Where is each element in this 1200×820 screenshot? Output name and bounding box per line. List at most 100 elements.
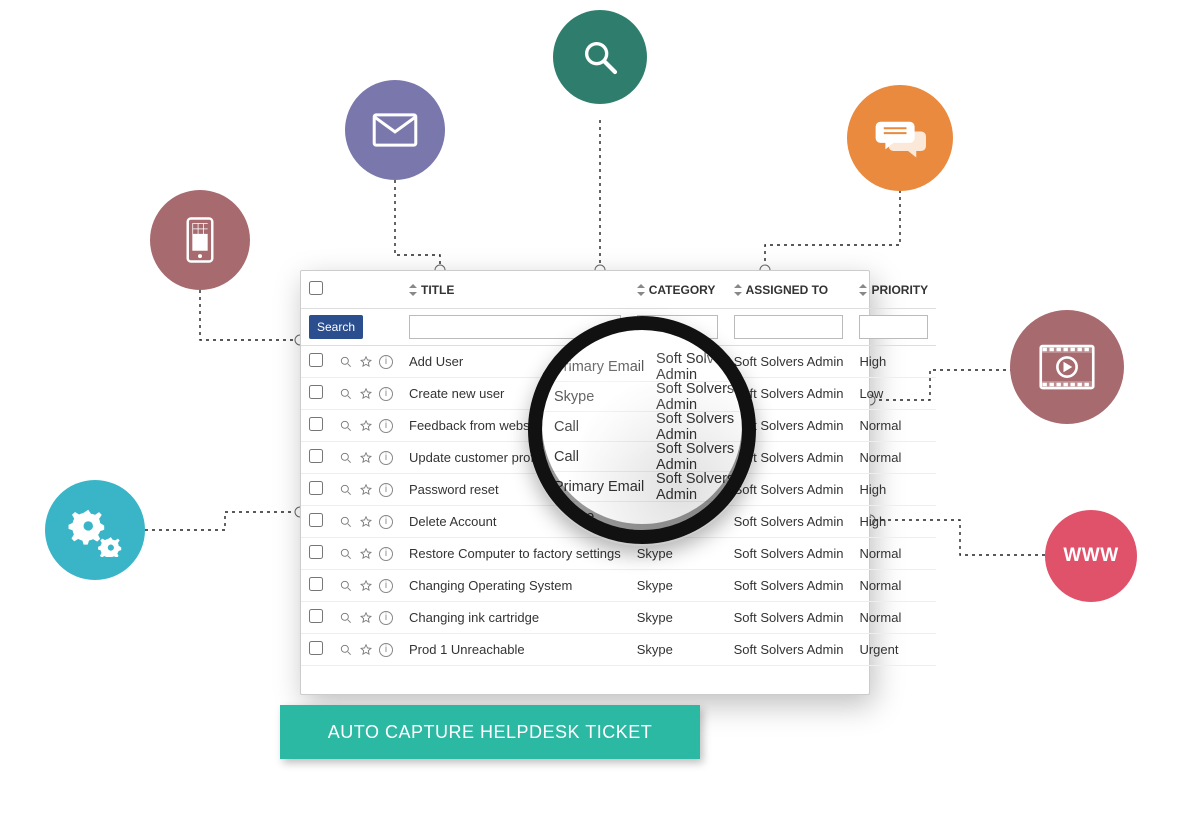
star-icon[interactable] (359, 419, 373, 433)
row-checkbox[interactable] (309, 545, 323, 559)
cell-title: Changing Operating System (401, 570, 629, 602)
magnify-icon[interactable] (339, 387, 353, 401)
info-icon[interactable]: i (379, 579, 393, 593)
row-checkbox[interactable] (309, 641, 323, 655)
gears-node (45, 480, 145, 580)
info-icon[interactable]: i (379, 451, 393, 465)
table-row: i Changing ink cartridge Skype Soft Solv… (301, 602, 936, 634)
search-node (553, 10, 647, 104)
cell-priority: Normal (851, 602, 936, 634)
cell-priority: High (851, 506, 936, 538)
cell-priority: Normal (851, 442, 936, 474)
cell-priority: High (851, 346, 936, 378)
cell-title: Create new user (401, 378, 629, 410)
cell-category: Skype (629, 634, 726, 666)
cell-title: Prod 1 Unreachable (401, 634, 629, 666)
cell-assigned-to: Soft Solvers Admin (726, 378, 852, 410)
info-icon[interactable]: i (379, 419, 393, 433)
star-icon[interactable] (359, 579, 373, 593)
info-icon[interactable]: i (379, 547, 393, 561)
row-checkbox[interactable] (309, 353, 323, 367)
cell-category: Skype (629, 506, 726, 538)
info-icon[interactable]: i (379, 387, 393, 401)
cell-category: Call (629, 410, 726, 442)
cell-assigned-to: Soft Solvers Admin (726, 346, 852, 378)
filter-row: Search (301, 309, 936, 346)
search-icon (580, 37, 620, 77)
cell-priority: Normal (851, 410, 936, 442)
table-row: i Feedback from website Call Soft Solver… (301, 410, 936, 442)
row-checkbox[interactable] (309, 449, 323, 463)
header-assigned-to[interactable]: ASSIGNED TO (726, 271, 852, 309)
magnify-icon[interactable] (339, 547, 353, 561)
cell-category: Skype (629, 602, 726, 634)
cell-category: Primary Email (629, 346, 726, 378)
www-label: WWW (1063, 545, 1118, 567)
header-category[interactable]: CATEGORY (629, 271, 726, 309)
cell-priority: Normal (851, 570, 936, 602)
cell-priority: Low (851, 378, 936, 410)
phone-node (150, 190, 250, 290)
filter-title[interactable] (409, 315, 621, 339)
info-icon[interactable]: i (379, 355, 393, 369)
gears-icon (68, 503, 122, 557)
star-icon[interactable] (359, 451, 373, 465)
select-all-checkbox[interactable] (309, 281, 323, 295)
magnify-icon[interactable] (339, 419, 353, 433)
cell-category: Skype (629, 570, 726, 602)
magnify-icon[interactable] (339, 643, 353, 657)
magnify-icon[interactable] (339, 611, 353, 625)
sort-icon (859, 285, 867, 295)
cell-assigned-to: Soft Solvers Admin (726, 410, 852, 442)
magnify-icon[interactable] (339, 483, 353, 497)
sort-icon (734, 285, 742, 295)
star-icon[interactable] (359, 611, 373, 625)
cell-assigned-to: Soft Solvers Admin (726, 506, 852, 538)
row-checkbox[interactable] (309, 513, 323, 527)
ticket-table: TITLE CATEGORY ASSIGNED TO PRIORITY Sear… (301, 271, 936, 666)
table-row: i Update customer profile Call Soft Solv… (301, 442, 936, 474)
magnify-icon[interactable] (339, 579, 353, 593)
sort-icon (637, 285, 645, 295)
chat-node (847, 85, 953, 191)
row-checkbox[interactable] (309, 417, 323, 431)
magnify-icon[interactable] (339, 515, 353, 529)
magnify-icon[interactable] (339, 451, 353, 465)
chat-icon (874, 116, 926, 160)
table-row: i Prod 1 Unreachable Skype Soft Solvers … (301, 634, 936, 666)
filter-assigned-to[interactable] (734, 315, 844, 339)
video-icon (1039, 344, 1095, 390)
cell-title: Restore Computer to factory settings (401, 538, 629, 570)
info-icon[interactable]: i (379, 643, 393, 657)
row-checkbox[interactable] (309, 481, 323, 495)
row-checkbox[interactable] (309, 385, 323, 399)
cell-assigned-to: Soft Solvers Admin (726, 538, 852, 570)
cta-label: AUTO CAPTURE HELPDESK TICKET (328, 722, 652, 743)
search-button[interactable]: Search (309, 315, 363, 339)
star-icon[interactable] (359, 355, 373, 369)
cell-title: Password reset (401, 474, 629, 506)
header-title[interactable]: TITLE (401, 271, 629, 309)
cell-priority: Urgent (851, 634, 936, 666)
cell-assigned-to: Soft Solvers Admin (726, 442, 852, 474)
filter-priority[interactable] (859, 315, 928, 339)
info-icon[interactable]: i (379, 611, 393, 625)
table-row: i Changing Operating System Skype Soft S… (301, 570, 936, 602)
magnify-icon[interactable] (339, 355, 353, 369)
auto-capture-cta[interactable]: AUTO CAPTURE HELPDESK TICKET (280, 705, 700, 759)
info-icon[interactable]: i (379, 483, 393, 497)
cell-category: Skype (629, 538, 726, 570)
star-icon[interactable] (359, 515, 373, 529)
star-icon[interactable] (359, 643, 373, 657)
cell-assigned-to: Soft Solvers Admin (726, 602, 852, 634)
header-priority[interactable]: PRIORITY (851, 271, 936, 309)
star-icon[interactable] (359, 483, 373, 497)
star-icon[interactable] (359, 387, 373, 401)
row-checkbox[interactable] (309, 577, 323, 591)
cell-title: Changing ink cartridge (401, 602, 629, 634)
star-icon[interactable] (359, 547, 373, 561)
cell-assigned-to: Soft Solvers Admin (726, 474, 852, 506)
row-checkbox[interactable] (309, 609, 323, 623)
filter-category[interactable] (637, 315, 718, 339)
info-icon[interactable]: i (379, 515, 393, 529)
